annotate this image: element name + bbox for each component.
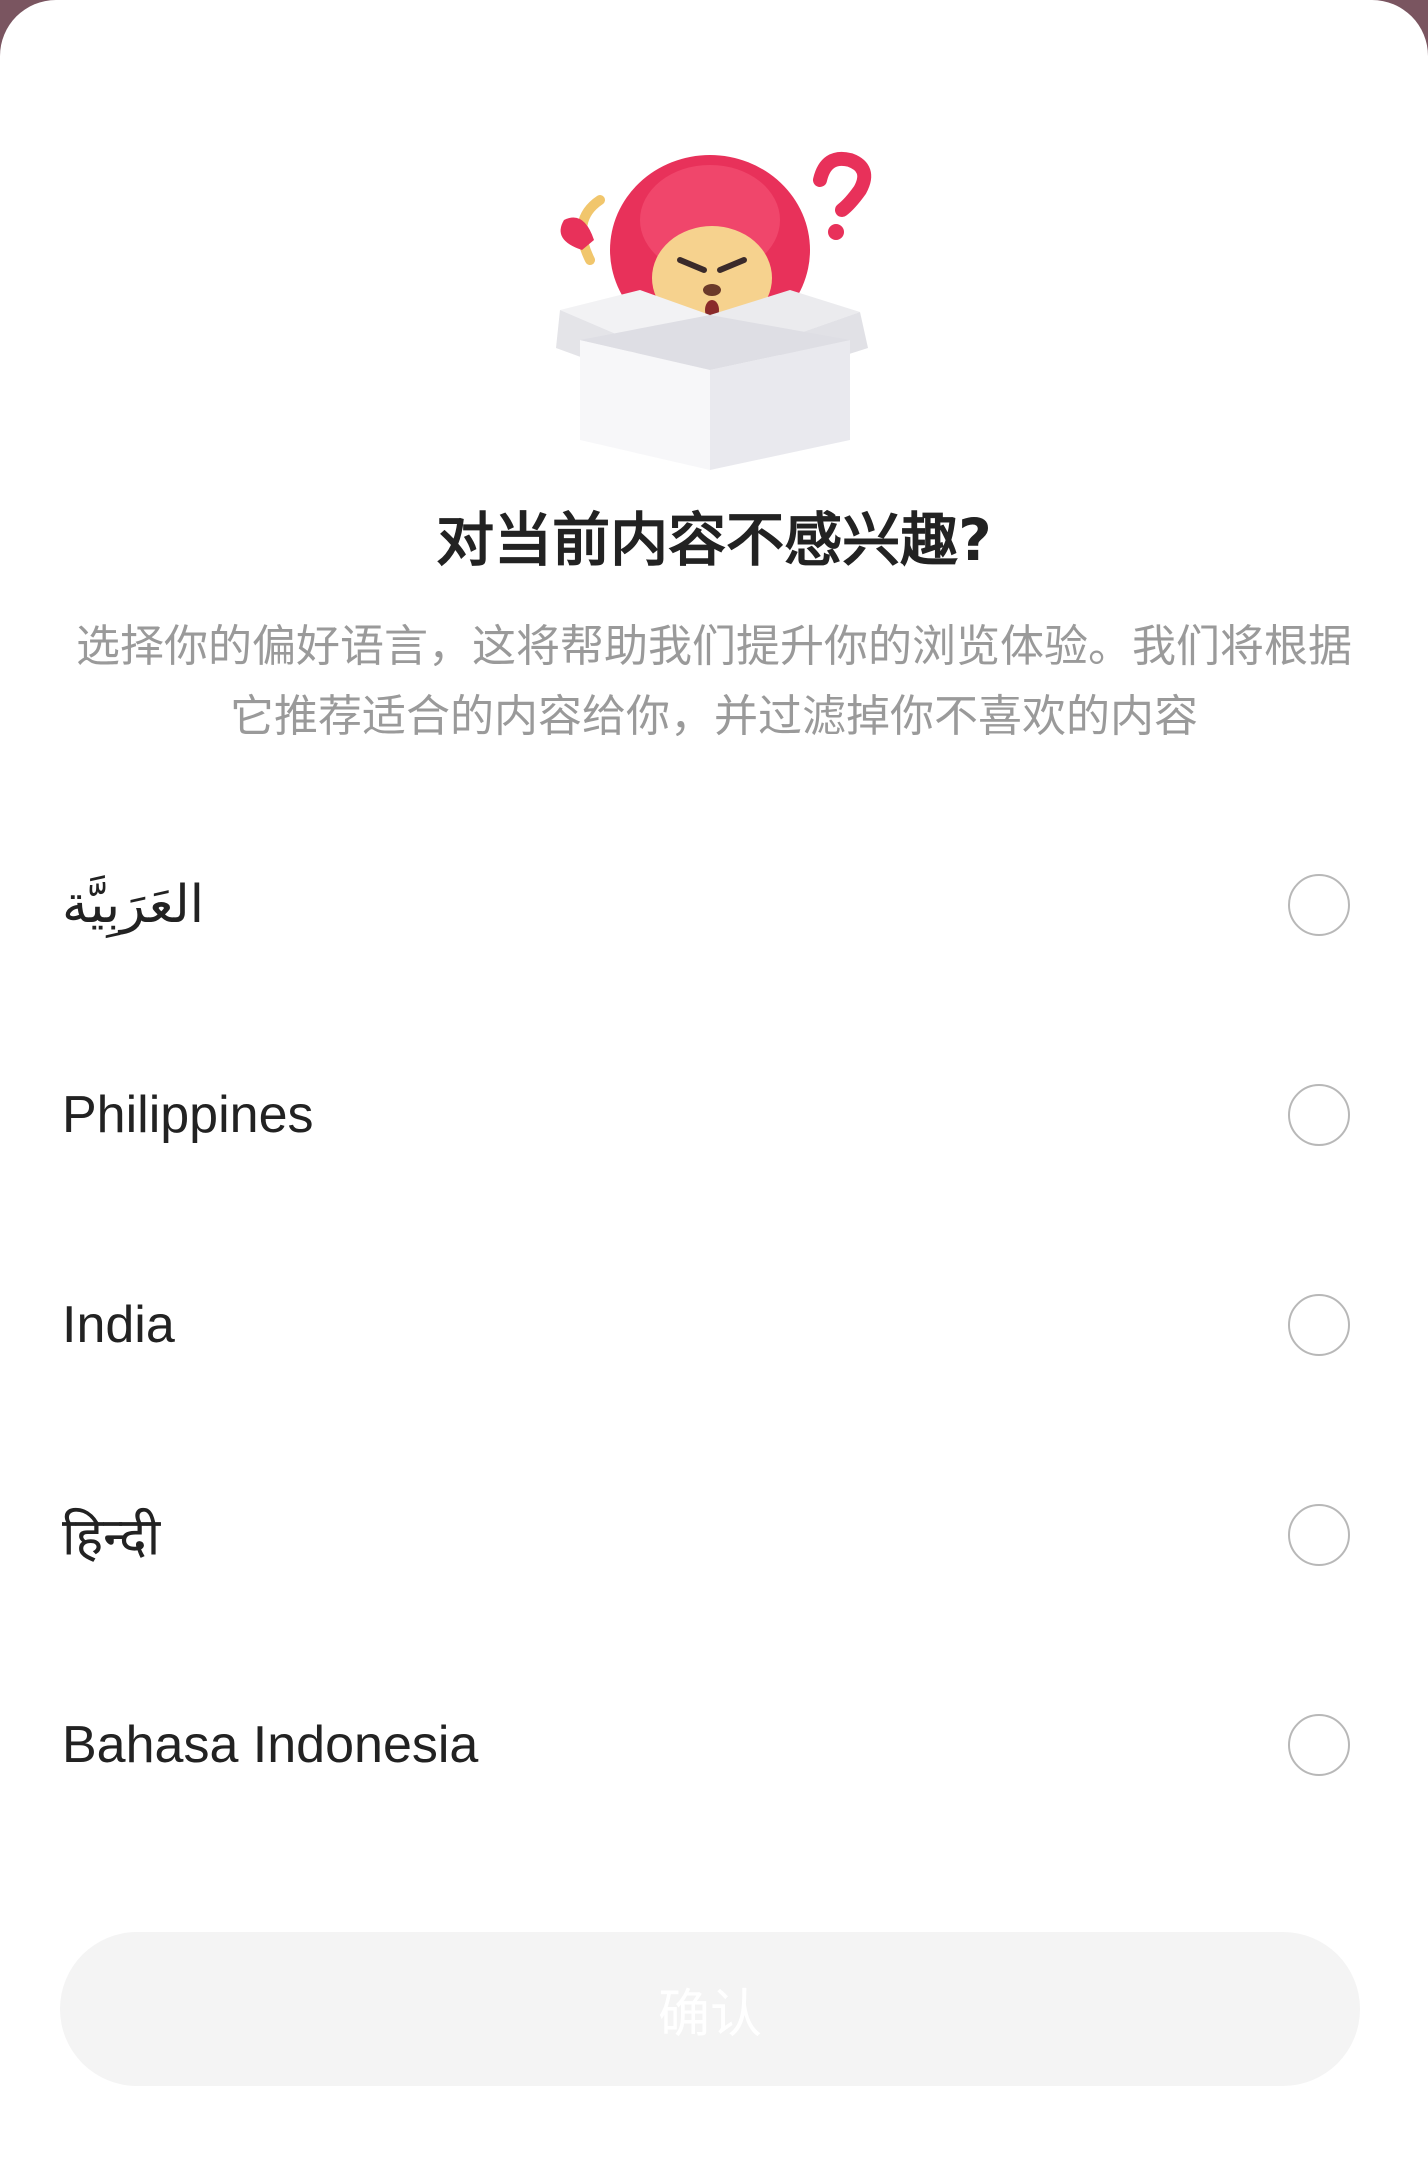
language-option-philippines[interactable]: Philippines <box>0 1010 1428 1220</box>
dialog-subtitle: 选择你的偏好语言，这将帮助我们提升你的浏览体验。我们将根据它推荐适合的内容给你，… <box>76 621 1352 742</box>
radio-button[interactable] <box>1288 1294 1350 1356</box>
radio-button[interactable] <box>1288 1084 1350 1146</box>
language-preference-sheet: 对当前内容不感兴趣? 选择你的偏好语言，这将帮助我们提升你的浏览体验。我们将根据… <box>0 0 1428 2174</box>
radio-button[interactable] <box>1288 1714 1350 1776</box>
confirm-button[interactable]: 确认 <box>60 1932 1360 2086</box>
language-label: हिन्दी <box>62 1508 161 1567</box>
language-option-hindi[interactable]: हिन्दी <box>0 1430 1428 1640</box>
language-list: العَرَبِيَّة Philippines India हिन्दी Ba… <box>0 800 1428 1850</box>
language-label: Philippines <box>62 1086 314 1144</box>
lion-in-box-icon <box>556 152 872 470</box>
language-option-india[interactable]: India <box>0 1220 1428 1430</box>
radio-button[interactable] <box>1288 874 1350 936</box>
language-label: العَرَبِيَّة <box>62 876 205 934</box>
language-label: Bahasa Indonesia <box>62 1716 479 1774</box>
dialog-title: 对当前内容不感兴趣? <box>436 506 992 574</box>
language-label: India <box>62 1296 175 1354</box>
radio-button[interactable] <box>1288 1504 1350 1566</box>
language-option-arabic[interactable]: العَرَبِيَّة <box>0 800 1428 1010</box>
language-option-bahasa-indonesia[interactable]: Bahasa Indonesia <box>0 1640 1428 1850</box>
